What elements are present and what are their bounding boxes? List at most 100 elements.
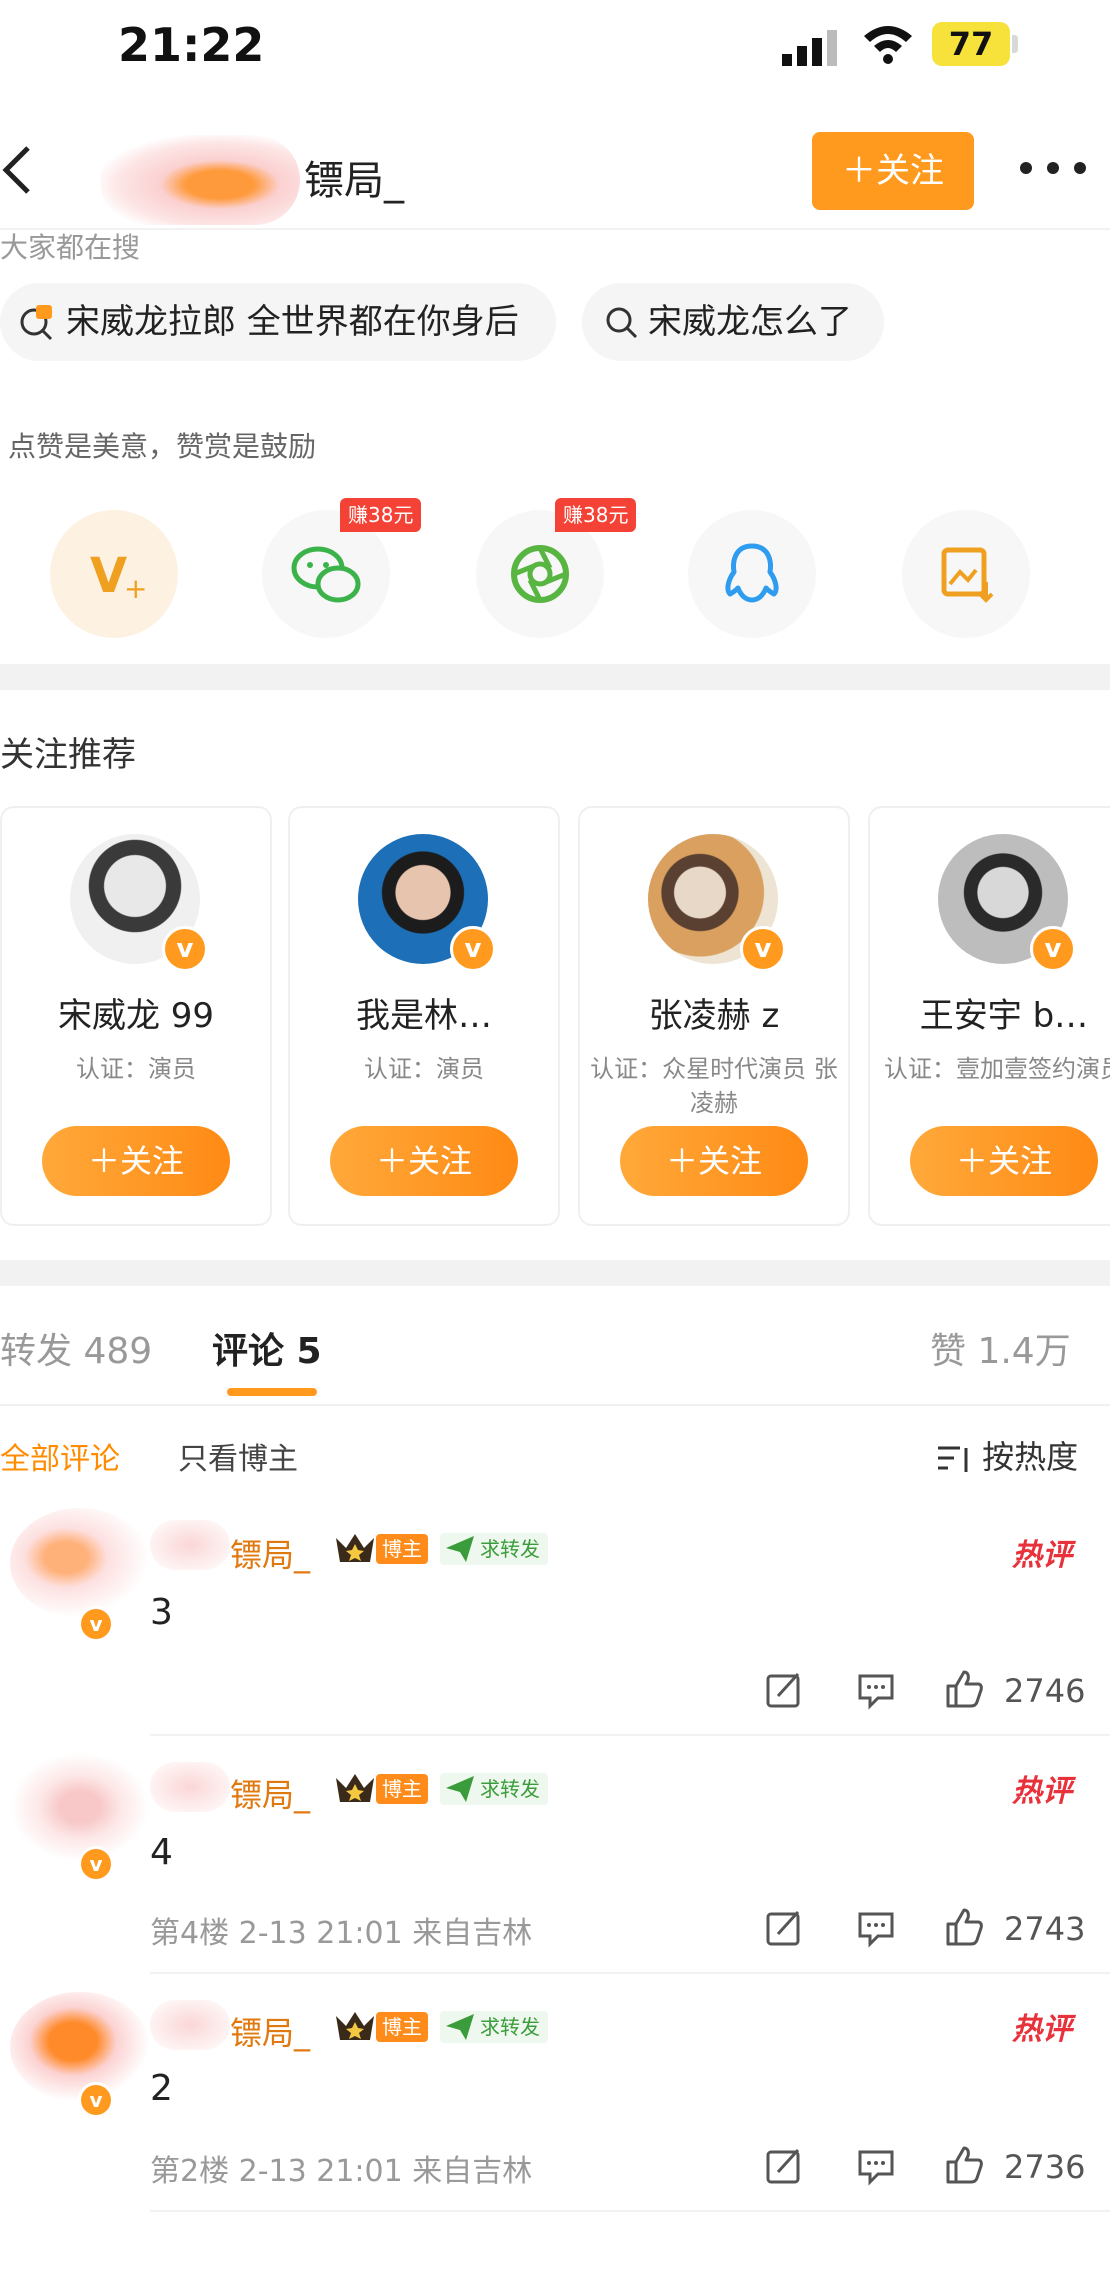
filter-all-comments[interactable]: 全部评论 — [0, 1434, 120, 1478]
earn-badge: 赚38元 — [340, 498, 422, 532]
comment-divider — [150, 1972, 1110, 1974]
recommend-card[interactable]: v 宋威龙 99 认证：演员 ＋关注 — [0, 806, 272, 1226]
like-count: 2736 — [1004, 2148, 1086, 2186]
verified-icon: v — [78, 1606, 114, 1642]
comment-author-name[interactable]: 镖局_ — [230, 1770, 310, 1816]
comment-avatar[interactable] — [10, 1508, 150, 1618]
author-name[interactable]: 镖局_ — [304, 148, 404, 206]
verified-icon: v — [1030, 926, 1076, 972]
comment-meta: 第2楼 2-13 21:01 来自吉林 — [150, 2154, 533, 2189]
verified-icon: v — [78, 1846, 114, 1882]
search-chip-label: 宋威龙拉郎 全世界都在你身后 — [66, 302, 519, 342]
recommend-cert: 认证：演员 — [364, 1055, 484, 1083]
recommend-name: 王安宇 b… — [919, 996, 1089, 1036]
search-chip-label: 宋威龙怎么了 — [648, 302, 852, 342]
wifi-icon — [864, 26, 912, 64]
nav-divider — [0, 228, 1110, 230]
comment-name-blur — [150, 2000, 230, 2050]
follow-button[interactable]: ＋关注 — [812, 132, 974, 210]
save-image-icon — [941, 547, 994, 603]
recommend-card[interactable]: v 我是林… 认证：演员 ＋关注 — [288, 806, 560, 1226]
sort-label: 按热度 — [982, 1438, 1079, 1476]
comment-meta: 第4楼 2-13 21:01 来自吉林 — [150, 1916, 533, 1951]
repost-icon[interactable] — [764, 1908, 804, 1948]
host-badge: 博主 — [376, 1774, 428, 1804]
comment-text: 2 — [150, 2068, 173, 2109]
send-icon — [446, 2014, 474, 2040]
reply-icon[interactable] — [856, 1908, 896, 1948]
recommend-card[interactable]: v 王安宇 b… 认证：壹加壹签约演员 ＋关注 — [868, 806, 1110, 1226]
author-avatar[interactable] — [100, 135, 300, 225]
back-arrow-icon[interactable] — [0, 140, 40, 200]
like-icon[interactable] — [944, 1906, 984, 1946]
host-badge: 博主 — [376, 2012, 428, 2042]
svg-text:+: + — [124, 572, 147, 605]
comment-text: 4 — [150, 1832, 173, 1873]
save-image-button[interactable] — [902, 510, 1030, 638]
qq-icon — [725, 543, 779, 603]
host-badge: 博主 — [376, 1534, 428, 1564]
comment-author-name[interactable]: 镖局_ — [230, 1530, 310, 1576]
verified-icon: v — [78, 2082, 114, 2118]
verified-icon: v — [740, 926, 786, 972]
reply-icon[interactable] — [856, 1670, 896, 1710]
battery-tip — [1012, 35, 1018, 53]
signal-icon — [782, 30, 837, 66]
comment-avatar[interactable] — [10, 1752, 150, 1862]
verified-icon: v — [162, 926, 208, 972]
recommend-name: 张凌赫 z — [648, 996, 780, 1036]
comment-name-blur — [150, 1520, 230, 1570]
hot-comment-tag: 热评 — [1012, 1774, 1072, 1809]
vplus-button[interactable]: V + — [50, 510, 178, 638]
repost-icon[interactable] — [764, 1670, 804, 1710]
search-section-label: 大家都在搜 — [0, 231, 141, 264]
hot-comment-tag: 热评 — [1012, 2012, 1072, 2047]
send-icon — [446, 1776, 474, 1802]
recommend-title: 关注推荐 — [0, 735, 136, 775]
comment-name-blur — [150, 1762, 230, 1812]
like-icon[interactable] — [944, 1668, 984, 1708]
search-icon — [606, 307, 638, 339]
crown-icon — [336, 1534, 374, 1562]
more-icon[interactable] — [1018, 158, 1088, 178]
recommend-follow-button[interactable]: ＋关注 — [910, 1126, 1098, 1196]
comment-avatar[interactable] — [10, 1992, 150, 2102]
comment-divider — [150, 2210, 1110, 2212]
tab-repost[interactable]: 转发 489 — [0, 1322, 152, 1374]
battery-indicator: 77 — [932, 22, 1010, 66]
sort-icon — [938, 1446, 968, 1472]
filter-host-only[interactable]: 只看博主 — [178, 1434, 298, 1478]
recommend-follow-button[interactable]: ＋关注 — [330, 1126, 518, 1196]
comment-author-name[interactable]: 镖局_ — [230, 2008, 310, 2054]
active-tab-indicator — [227, 1388, 317, 1396]
tab-comment[interactable]: 评论 5 — [212, 1322, 322, 1374]
qq-share-button[interactable] — [688, 510, 816, 638]
vplus-icon: V + — [90, 548, 147, 605]
recommend-follow-button[interactable]: ＋关注 — [42, 1126, 230, 1196]
recommend-name: 我是林… — [356, 996, 492, 1036]
send-icon — [446, 1536, 474, 1562]
status-time: 21:22 — [118, 18, 265, 72]
tab-likes[interactable]: 赞 1.4万 — [930, 1322, 1071, 1374]
tabs-divider — [0, 1404, 1110, 1406]
svg-text:V: V — [90, 548, 127, 604]
crown-icon — [336, 2012, 374, 2040]
earn-badge: 赚38元 — [555, 498, 637, 532]
verified-icon: v — [450, 926, 496, 972]
recommend-cert: 认证：壹加壹签约演员 — [884, 1055, 1110, 1083]
hot-comment-tag: 热评 — [1012, 1538, 1072, 1573]
comment-divider — [150, 1734, 1110, 1736]
reply-icon[interactable] — [856, 2146, 896, 2186]
recommend-card[interactable]: v 张凌赫 z 认证：众星时代演员 张凌赫 ＋关注 — [578, 806, 850, 1226]
section-divider — [0, 664, 1110, 690]
recommend-name: 宋威龙 99 — [57, 996, 215, 1036]
repost-icon[interactable] — [764, 2146, 804, 2186]
comment-text: 3 — [150, 1592, 173, 1633]
recommend-cert: 认证：众星时代演员 张凌赫 — [590, 1055, 838, 1117]
search-chip[interactable]: 宋威龙拉郎 全世界都在你身后 — [0, 283, 556, 361]
like-icon[interactable] — [944, 2144, 984, 2184]
recommend-follow-button[interactable]: ＋关注 — [620, 1126, 808, 1196]
search-chip[interactable]: 宋威龙怎么了 — [582, 283, 884, 361]
sort-button[interactable]: 按热度 — [936, 1432, 1078, 1478]
section-divider — [0, 1260, 1110, 1286]
